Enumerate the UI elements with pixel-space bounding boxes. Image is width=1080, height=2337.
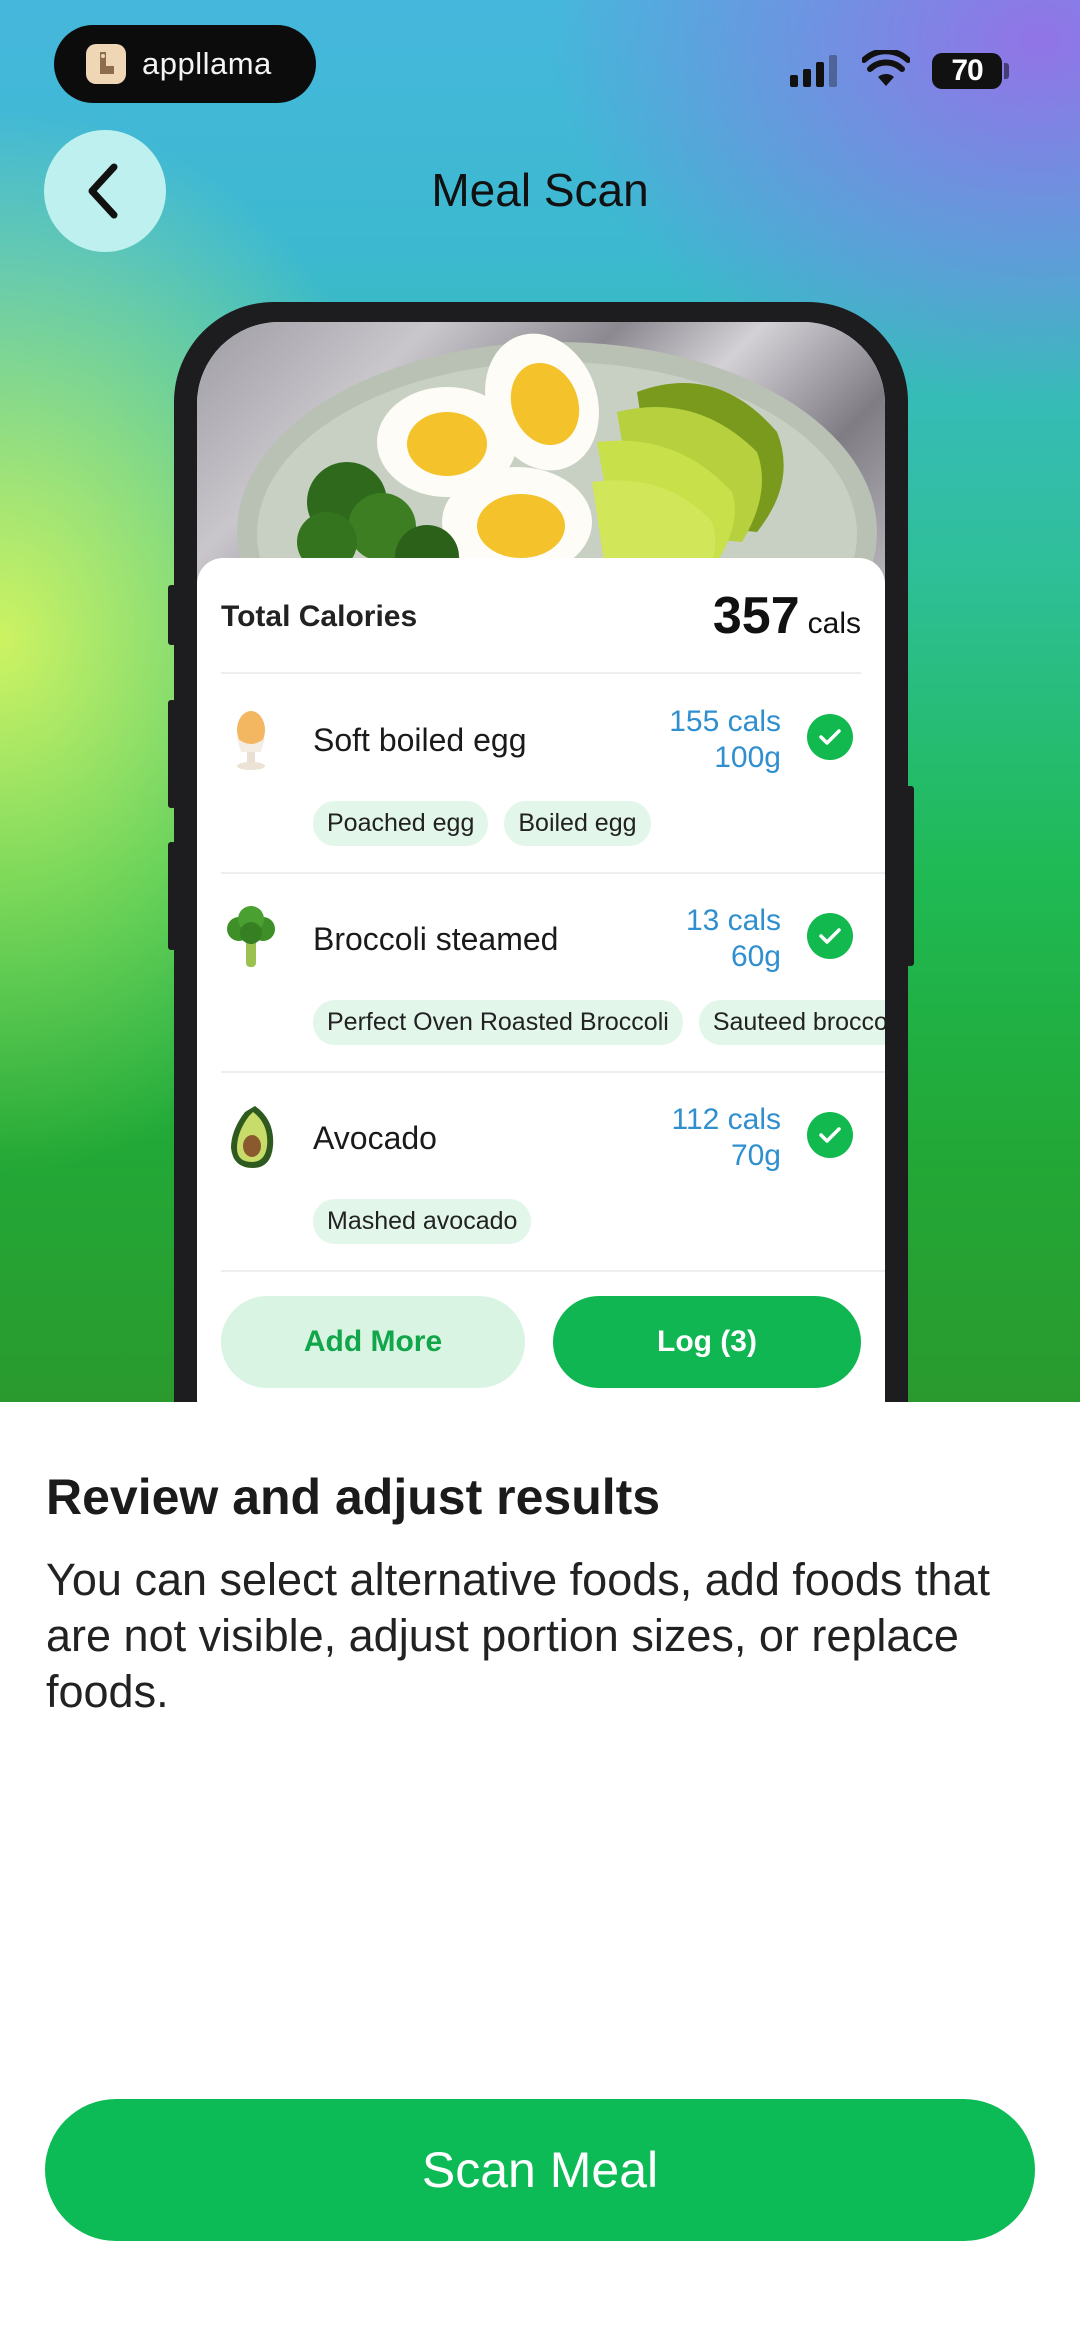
- alternative-foods: Perfect Oven Roasted Broccoli Sauteed br…: [313, 1000, 885, 1045]
- alternative-foods: Mashed avocado: [313, 1199, 532, 1244]
- battery-level: 70: [951, 54, 983, 87]
- total-calories-row: Total Calories 357 cals: [221, 558, 861, 674]
- phone-volume-up: [168, 700, 176, 808]
- food-calories: 13 cals 60g: [686, 903, 781, 975]
- alternative-chip[interactable]: Boiled egg: [504, 801, 651, 846]
- cellular-signal-icon: [790, 55, 837, 87]
- add-more-button[interactable]: Add More: [221, 1296, 525, 1388]
- meal-photo: [197, 322, 885, 582]
- section-description: You can select alternative foods, add fo…: [46, 1554, 990, 1717]
- food-calories: 155 cals 100g: [669, 704, 781, 776]
- check-icon[interactable]: [807, 1112, 853, 1158]
- alternative-chip[interactable]: Sauteed broccoli: [698, 1000, 885, 1045]
- food-name: Avocado: [313, 1120, 437, 1156]
- food-item[interactable]: Broccoli steamed 13 cals 60g Perfect Ove…: [221, 873, 885, 1073]
- food-name: Soft boiled egg: [313, 722, 527, 758]
- card-actions: Add More Log (3): [221, 1296, 861, 1388]
- llama-logo-icon: [86, 44, 126, 84]
- food-item[interactable]: Avocado 112 cals 70g Mashed avocado: [221, 1072, 885, 1272]
- log-button[interactable]: Log (3): [553, 1296, 861, 1388]
- check-icon[interactable]: [807, 913, 853, 959]
- egg-icon: [237, 711, 265, 770]
- alternative-chip[interactable]: Poached egg: [313, 801, 489, 846]
- total-calories-label: Total Calories: [221, 600, 418, 633]
- wifi-icon: [862, 50, 910, 86]
- section-heading: Review and adjust results: [46, 1469, 661, 1525]
- phone-side-button: [168, 585, 176, 645]
- page-title: Meal Scan: [431, 164, 649, 216]
- food-calories: 112 cals 70g: [671, 1102, 781, 1174]
- food-cals-value: 13 cals: [685, 904, 781, 937]
- brand-badge: appllama: [54, 25, 316, 103]
- food-weight: 60g: [730, 940, 781, 973]
- food-item[interactable]: Soft boiled egg 155 cals 100g Poached eg…: [221, 674, 885, 874]
- hero-background: appllama 70 Meal Scan Total Calories 357…: [0, 0, 1080, 1402]
- brand-name: appllama: [142, 46, 272, 81]
- food-weight: 100g: [714, 741, 781, 774]
- food-weight: 70g: [730, 1139, 781, 1172]
- food-cals-value: 155 cals: [669, 705, 781, 738]
- total-calories-unit: cals: [807, 607, 861, 640]
- alternative-chip[interactable]: Mashed avocado: [313, 1199, 532, 1244]
- battery-icon: 70: [932, 53, 1002, 89]
- total-calories-value: 357 cals: [713, 586, 861, 646]
- check-icon[interactable]: [807, 714, 853, 760]
- food-name: Broccoli steamed: [313, 921, 559, 957]
- phone-power-button: [906, 786, 914, 966]
- phone-screen: Total Calories 357 cals Soft boiled egg 1…: [197, 322, 885, 1402]
- scan-meal-button[interactable]: Scan Meal: [45, 2099, 1035, 2241]
- total-calories-number: 357: [712, 587, 800, 645]
- alternative-chip[interactable]: Perfect Oven Roasted Broccoli: [313, 1000, 683, 1045]
- meal-photo-illustration: [237, 333, 877, 582]
- food-cals-value: 112 cals: [671, 1103, 781, 1136]
- phone-volume-down: [168, 842, 176, 950]
- battery-cap: [1004, 63, 1009, 79]
- meal-results-card: Total Calories 357 cals Soft boiled egg 1…: [197, 558, 885, 1402]
- alternative-foods: Poached egg Boiled egg: [313, 801, 651, 846]
- avocado-icon: [231, 1106, 274, 1168]
- broccoli-icon: [227, 906, 275, 967]
